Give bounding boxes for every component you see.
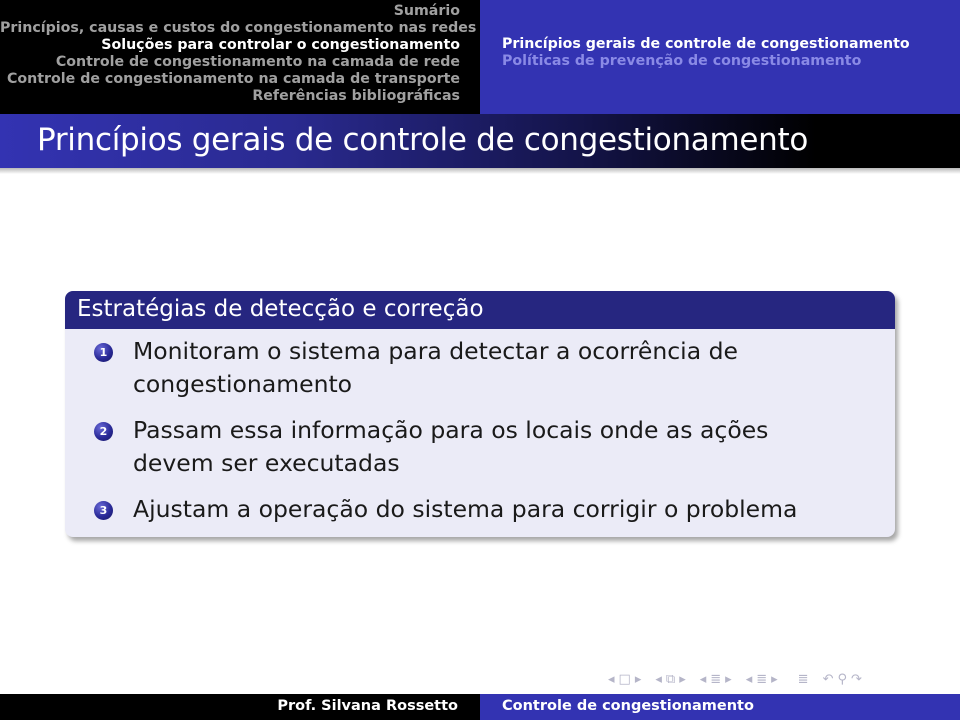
frame-icon[interactable]: □ bbox=[619, 672, 631, 687]
footline: Prof. Silvana Rossetto Controle de conge… bbox=[0, 694, 960, 720]
back-icon[interactable]: ↶ bbox=[823, 672, 834, 687]
subsubsection-prev-icon[interactable]: ◂ bbox=[746, 672, 753, 687]
section-link-transport-layer[interactable]: Controle de congestionamento na camada d… bbox=[0, 71, 460, 88]
section-link-solutions[interactable]: Soluções para controlar o congestionamen… bbox=[0, 37, 460, 54]
list-item-text: Passam essa informação para os locais on… bbox=[133, 416, 769, 477]
footer-short-title: Controle de congestionamento bbox=[480, 694, 960, 720]
subsection-link-general-principles[interactable]: Princípios gerais de controle de congest… bbox=[502, 36, 960, 53]
forward-icon[interactable]: ↷ bbox=[851, 672, 862, 687]
enum-number-badge-icon: 1 bbox=[94, 343, 113, 362]
section-link-principles[interactable]: Princípios, causas e custos do congestio… bbox=[0, 20, 476, 37]
frame-next-icon[interactable]: ▸ bbox=[635, 672, 642, 687]
section-navigation: Sumário Princípios, causas e custos do c… bbox=[0, 0, 480, 114]
beamer-navigation-symbols: ◂ □ ▸ ◂ ⧉ ▸ ◂ ≣ ▸ ◂ ≣ ▸ ≣ ↶ ⚲ ↷ bbox=[608, 670, 866, 688]
frame-title-shadow bbox=[0, 168, 960, 174]
frame-prev-icon[interactable]: ◂ bbox=[608, 672, 615, 687]
search-icon[interactable]: ⚲ bbox=[837, 672, 847, 687]
subsection-link-prevention-policies[interactable]: Políticas de prevenção de congestionamen… bbox=[502, 53, 960, 70]
section-next-icon[interactable]: ▸ bbox=[725, 672, 732, 687]
frame-title: Princípios gerais de controle de congest… bbox=[37, 122, 809, 158]
list-item-text: Ajustam a operação do sistema para corri… bbox=[133, 495, 798, 523]
section-prev-icon[interactable]: ◂ bbox=[700, 672, 707, 687]
strategies-block: Estratégias de detecção e correção 1 Mon… bbox=[65, 291, 895, 537]
section-link-references[interactable]: Referências bibliográficas bbox=[0, 88, 460, 105]
subsection-navigation: Princípios gerais de controle de congest… bbox=[480, 0, 960, 114]
subsection-prev-icon[interactable]: ◂ bbox=[655, 672, 662, 687]
list-item: 1 Monitoram o sistema para detectar a oc… bbox=[65, 335, 825, 401]
block-title: Estratégias de detecção e correção bbox=[65, 291, 895, 329]
subsubsection-next-icon[interactable]: ▸ bbox=[771, 672, 778, 687]
section-link-network-layer[interactable]: Controle de congestionamento na camada d… bbox=[0, 54, 460, 71]
block-body: 1 Monitoram o sistema para detectar a oc… bbox=[65, 329, 895, 526]
frame-title-bar: Princípios gerais de controle de congest… bbox=[0, 114, 960, 168]
subsection-icon[interactable]: ⧉ bbox=[666, 672, 675, 687]
subsection-next-icon[interactable]: ▸ bbox=[679, 672, 686, 687]
footer-author: Prof. Silvana Rossetto bbox=[0, 694, 480, 720]
list-item: 2 Passam essa informação para os locais … bbox=[65, 414, 825, 480]
enum-number-badge-icon: 3 bbox=[94, 501, 113, 520]
list-item-text: Monitoram o sistema para detectar a ocor… bbox=[133, 337, 738, 398]
list-item: 3 Ajustam a operação do sistema para cor… bbox=[65, 493, 825, 526]
section-link-summary[interactable]: Sumário bbox=[0, 3, 460, 20]
section-icon[interactable]: ≣ bbox=[710, 672, 721, 687]
document-icon[interactable]: ≣ bbox=[798, 672, 809, 687]
enum-number-badge-icon: 2 bbox=[94, 422, 113, 441]
subsubsection-icon[interactable]: ≣ bbox=[756, 672, 767, 687]
headline-navigation: Sumário Princípios, causas e custos do c… bbox=[0, 0, 960, 114]
